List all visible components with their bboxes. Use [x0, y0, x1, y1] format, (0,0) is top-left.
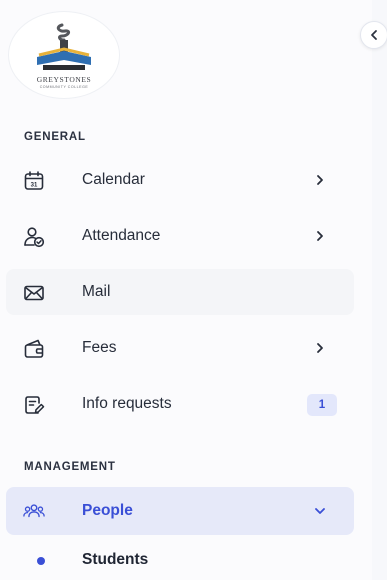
chevron-down-icon [312, 503, 328, 519]
college-logo[interactable]: GREYSTONES COMMUNITY COLLEGE [9, 12, 119, 98]
chevron-right-icon [312, 340, 328, 356]
info-requests-count-badge: 1 [307, 394, 337, 416]
sidebar: GREYSTONES COMMUNITY COLLEGE GENERAL 31 … [0, 0, 373, 580]
chevron-left-icon [371, 30, 377, 40]
college-subtitle: COMMUNITY COLLEGE [39, 85, 89, 89]
sidebar-subitem-students[interactable]: Students [6, 542, 354, 578]
sidebar-item-attendance[interactable]: Attendance [6, 213, 354, 259]
sidebar-item-label: Mail [82, 283, 111, 300]
sidebar-item-people[interactable]: People [6, 487, 354, 535]
people-icon [23, 500, 45, 522]
college-name: GREYSTONES [36, 75, 92, 84]
document-edit-icon [23, 394, 45, 416]
main-content-edge [372, 0, 387, 580]
calendar-icon: 31 [23, 170, 45, 192]
sidebar-item-label: Fees [82, 339, 117, 356]
sidebar-item-label: Calendar [82, 171, 145, 188]
collapse-sidebar-button[interactable] [360, 21, 387, 49]
sidebar-item-fees[interactable]: Fees [6, 325, 354, 371]
sidebar-subitem-label: Students [82, 551, 149, 568]
chevron-right-icon [312, 228, 328, 244]
envelope-icon [23, 282, 45, 304]
college-crest-icon [37, 23, 91, 70]
section-label-management: MANAGEMENT [24, 461, 116, 473]
sidebar-item-calendar[interactable]: 31 Calendar [6, 157, 354, 203]
wallet-icon [23, 338, 45, 360]
sidebar-item-label: Info requests [82, 395, 172, 412]
chevron-right-icon [312, 172, 328, 188]
sidebar-item-label: Attendance [82, 227, 161, 244]
sidebar-item-label: People [82, 502, 133, 519]
sidebar-item-info-requests[interactable]: Info requests 1 [6, 381, 354, 427]
sidebar-item-mail[interactable]: Mail [6, 269, 354, 315]
bullet-dot-icon [37, 557, 45, 565]
section-label-general: GENERAL [24, 131, 86, 143]
calendar-icon-day: 31 [31, 183, 38, 189]
user-check-icon [23, 226, 45, 248]
